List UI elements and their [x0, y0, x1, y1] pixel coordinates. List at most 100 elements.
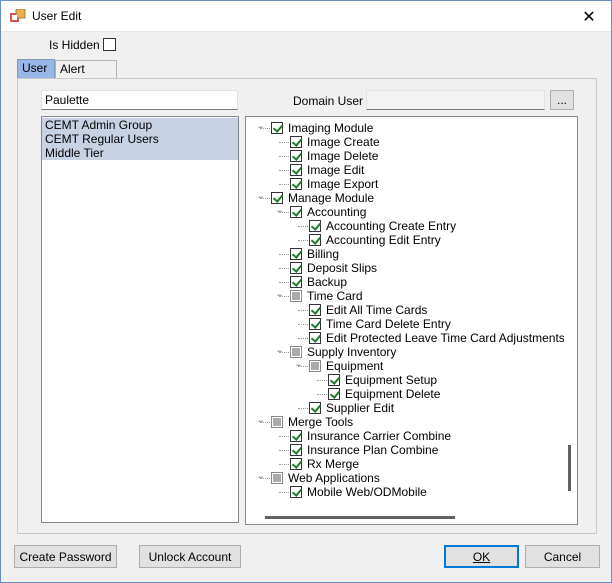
tree-horizontal-scroll-thumb[interactable]	[265, 516, 455, 519]
tree-node-checkbox[interactable]	[290, 444, 302, 456]
tree-node-checkbox[interactable]	[290, 458, 302, 470]
tree-node-checkbox[interactable]	[271, 472, 283, 484]
tree-node-checkbox[interactable]	[290, 136, 302, 148]
collapse-icon[interactable]: −	[294, 361, 303, 370]
tree-node-checkbox[interactable]	[290, 248, 302, 260]
tree-node-checkbox[interactable]	[290, 150, 302, 162]
tree-node[interactable]: − Equipment	[246, 359, 564, 373]
tree-node-checkbox[interactable]	[309, 220, 321, 232]
close-button[interactable]: ✕	[567, 1, 611, 32]
tree-node[interactable]: Accounting Edit Entry	[246, 233, 564, 247]
tree-node-checkbox[interactable]	[290, 346, 302, 358]
tree-node-checkbox[interactable]	[290, 262, 302, 274]
tree-node[interactable]: − Accounting	[246, 205, 564, 219]
tree-node-label: Rx Merge	[307, 457, 360, 471]
collapse-icon[interactable]: −	[256, 417, 265, 426]
tree-node-checkbox[interactable]	[309, 304, 321, 316]
permission-tree[interactable]: − Imaging Module Image Create Image Delete I…	[245, 116, 578, 525]
tree-node-label: Image Delete	[307, 149, 379, 163]
tree-node-label: Accounting	[307, 205, 367, 219]
tree-node-label: Time Card	[307, 289, 363, 303]
create-password-label: Create Password	[19, 549, 112, 564]
tree-node-checkbox[interactable]	[328, 374, 340, 386]
tree-node[interactable]: − Web Applications	[246, 471, 564, 485]
tree-node-checkbox[interactable]	[309, 360, 321, 372]
domain-user-browse-button[interactable]: ...	[550, 90, 574, 110]
tree-node-checkbox[interactable]	[309, 332, 321, 344]
collapse-icon[interactable]: −	[256, 123, 265, 132]
is-hidden-checkbox[interactable]	[103, 38, 116, 51]
tree-node[interactable]: Equipment Delete	[246, 387, 564, 401]
tree-node[interactable]: − Merge Tools	[246, 415, 564, 429]
user-name-value: Paulette	[45, 93, 90, 107]
tree-node-label: Image Edit	[307, 163, 365, 177]
tree-node-checkbox[interactable]	[271, 192, 283, 204]
tree-node-label: Edit Protected Leave Time Card Adjustmen…	[326, 331, 565, 345]
tree-node-checkbox[interactable]	[290, 290, 302, 302]
group-list[interactable]: CEMT Admin Group CEMT Regular Users Middle…	[41, 116, 239, 523]
tab-user[interactable]: User	[17, 59, 55, 79]
group-list-item[interactable]: CEMT Admin Group	[42, 118, 238, 132]
ok-button[interactable]: OK	[444, 545, 519, 568]
unlock-account-label: Unlock Account	[148, 549, 232, 564]
tree-node-checkbox[interactable]	[271, 122, 283, 134]
tree-node[interactable]: Insurance Plan Combine	[246, 443, 564, 457]
tree-node[interactable]: Image Edit	[246, 163, 564, 177]
is-hidden-label: Is Hidden	[49, 38, 100, 52]
tree-node[interactable]: Accounting Create Entry	[246, 219, 564, 233]
tree-node[interactable]: Backup	[246, 275, 564, 289]
tree-node[interactable]: Insurance Carrier Combine	[246, 429, 564, 443]
tree-vertical-scroll-thumb[interactable]	[568, 445, 571, 491]
tree-node[interactable]: − Manage Module	[246, 191, 564, 205]
tree-node[interactable]: Edit All Time Cards	[246, 303, 564, 317]
title-bar[interactable]: User Edit ✕	[1, 1, 611, 32]
tree-node[interactable]: Mobile Web/ODMobile	[246, 485, 564, 499]
ok-label: OK	[472, 549, 491, 564]
tree-node-label: Image Create	[307, 135, 380, 149]
tree-node[interactable]: Equipment Setup	[246, 373, 564, 387]
tree-node-checkbox[interactable]	[290, 486, 302, 498]
tree-node-label: Time Card Delete Entry	[326, 317, 451, 331]
tree-node[interactable]: Supplier Edit	[246, 401, 564, 415]
tree-node[interactable]: Rx Merge	[246, 457, 564, 471]
domain-user-field[interactable]	[366, 90, 545, 110]
tree-node-checkbox[interactable]	[290, 164, 302, 176]
tree-node[interactable]: Image Delete	[246, 149, 564, 163]
collapse-icon[interactable]: −	[275, 207, 284, 216]
tree-node[interactable]: − Supply Inventory	[246, 345, 564, 359]
collapse-icon[interactable]: −	[256, 473, 265, 482]
tree-node[interactable]: Edit Protected Leave Time Card Adjustmen…	[246, 331, 565, 345]
tree-node-label: Mobile Web/ODMobile	[307, 485, 427, 499]
tree-vertical-scrollbar[interactable]	[564, 118, 576, 508]
tree-node-checkbox[interactable]	[271, 416, 283, 428]
user-name-field[interactable]: Paulette	[41, 90, 238, 110]
tree-node-label: Billing	[307, 247, 340, 261]
collapse-icon[interactable]: −	[275, 347, 284, 356]
tree-node[interactable]: Image Create	[246, 135, 564, 149]
unlock-account-button[interactable]: Unlock Account	[139, 545, 241, 568]
tree-node-checkbox[interactable]	[328, 388, 340, 400]
tree-node[interactable]: Image Export	[246, 177, 564, 191]
tree-node[interactable]: − Imaging Module	[246, 121, 564, 135]
group-list-item[interactable]: CEMT Regular Users	[42, 132, 238, 146]
collapse-icon[interactable]: −	[256, 193, 265, 202]
tree-node[interactable]: Billing	[246, 247, 564, 261]
tree-node-checkbox[interactable]	[309, 402, 321, 414]
tree-node-checkbox[interactable]	[309, 234, 321, 246]
tab-alert-subs[interactable]: Alert Subs	[55, 60, 117, 93]
tree-node-checkbox[interactable]	[290, 276, 302, 288]
tree-node-checkbox[interactable]	[290, 178, 302, 190]
tree-node-checkbox[interactable]	[290, 206, 302, 218]
tree-node[interactable]: Deposit Slips	[246, 261, 564, 275]
tree-horizontal-scrollbar[interactable]	[247, 511, 562, 523]
tree-node[interactable]: − Time Card	[246, 289, 564, 303]
group-list-item[interactable]: Middle Tier	[42, 146, 238, 160]
tree-node[interactable]: Time Card Delete Entry	[246, 317, 564, 331]
create-password-button[interactable]: Create Password	[14, 545, 117, 568]
tree-node-checkbox[interactable]	[309, 318, 321, 330]
cancel-button[interactable]: Cancel	[525, 545, 600, 568]
collapse-icon[interactable]: −	[275, 291, 284, 300]
tree-node-checkbox[interactable]	[290, 430, 302, 442]
tree-node-label: Image Export	[307, 177, 379, 191]
cancel-label: Cancel	[543, 549, 582, 564]
